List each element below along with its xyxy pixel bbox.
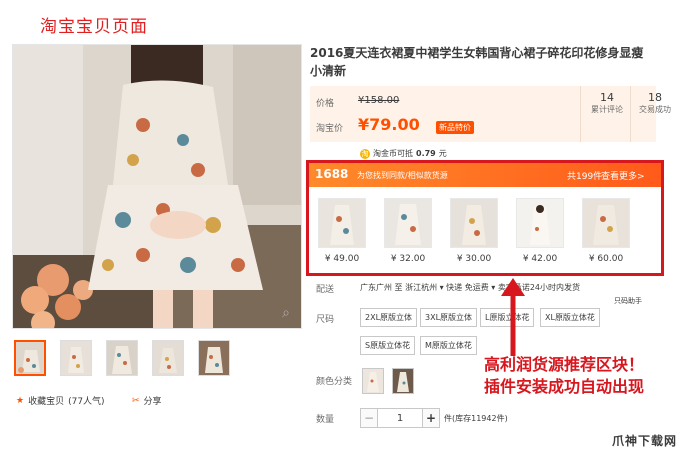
price-label: 价格 xyxy=(316,99,335,109)
recommended-item-art xyxy=(319,199,365,247)
color-option[interactable] xyxy=(362,368,384,394)
reviews-label: 累计评论 xyxy=(591,105,623,114)
color-option-art xyxy=(393,369,413,393)
recommended-item-image xyxy=(450,198,498,248)
size-helper-link[interactable]: 只码助手 xyxy=(614,296,642,306)
quantity-label: 数量 xyxy=(316,415,335,425)
callout-line-2: 插件安装成功自动出现 xyxy=(484,377,645,396)
recommendation-header: 1688 为您找到同款/相似款货源 共199件 查看更多> xyxy=(309,163,661,187)
recommended-item[interactable]: ¥ 30.00 xyxy=(450,198,498,264)
recommended-item-art xyxy=(583,199,629,247)
recommendation-count: 共199件 xyxy=(567,172,603,182)
coin-value: 0.79 xyxy=(416,149,436,158)
recommended-item-price: ¥ 32.00 xyxy=(390,254,426,264)
quantity-decrease-button[interactable]: − xyxy=(360,408,378,428)
coin-unit: 元 xyxy=(438,149,447,158)
view-more-link[interactable]: 查看更多> xyxy=(601,169,645,182)
logo-1688: 1688 xyxy=(315,167,349,181)
thumbnail-art xyxy=(107,341,137,375)
coin-text: 淘金币可抵 xyxy=(373,149,413,158)
quantity-input[interactable]: 1 xyxy=(378,408,422,428)
stock-info: 件(库存11942件) xyxy=(444,413,508,423)
recommendation-tagline: 为您找到同款/相似款货源 xyxy=(357,171,448,180)
product-title: 2016夏天连衣裙夏中裙学生女韩国背心裙子碎花印花修身显瘦小清新 xyxy=(310,46,644,78)
thumbnail-strip xyxy=(14,340,230,376)
size-option[interactable]: M原版立体花 xyxy=(420,336,477,355)
thumbnail-art xyxy=(153,341,183,375)
share-button[interactable]: ✂ 分享 xyxy=(132,394,162,408)
size-option[interactable]: S原版立体花 xyxy=(360,336,416,355)
thumbnail-art xyxy=(16,342,44,374)
annotation-arrow xyxy=(501,278,525,356)
favorite-count: (77人气) xyxy=(68,397,105,407)
recommended-item-art xyxy=(517,199,563,247)
color-label: 颜色分类 xyxy=(316,377,353,387)
size-option[interactable]: 3XL原版立体 xyxy=(420,308,478,327)
recommended-item-art xyxy=(451,199,497,247)
recommended-item-image xyxy=(516,198,564,248)
size-label: 尺码 xyxy=(316,315,335,325)
star-icon: ★ xyxy=(16,395,25,406)
recommended-item[interactable]: ¥ 32.00 xyxy=(384,198,432,264)
original-price: ¥158.00 xyxy=(358,95,400,106)
size-option[interactable]: XL原版立体花 xyxy=(540,308,600,327)
main-product-image[interactable]: ⌕ xyxy=(12,44,302,329)
recommended-item-price: ¥ 49.00 xyxy=(324,254,360,264)
recommended-item-image xyxy=(384,198,432,248)
quantity-stepper: − 1 + 件(库存11942件) xyxy=(360,408,508,428)
thumbnail-art xyxy=(61,341,91,375)
recommended-item-image xyxy=(582,198,630,248)
recommended-item-price: ¥ 60.00 xyxy=(588,254,624,264)
recommended-item[interactable]: ¥ 42.00 xyxy=(516,198,564,264)
shipping-info[interactable]: 广东广州 至 浙江杭州 ▾ 快递 免运费 ▾ 卖家承诺24小时内发货 xyxy=(360,282,580,293)
callout-line-1: 高利润货源推荐区块！ xyxy=(484,355,645,374)
price-panel: 价格 ¥158.00 淘宝价 ¥79.00 新品特价 14 累计评论 18 交易… xyxy=(310,86,671,142)
recommended-item-price: ¥ 30.00 xyxy=(456,254,492,264)
quantity-increase-button[interactable]: + xyxy=(422,408,440,428)
taobao-price-label: 淘宝价 xyxy=(316,124,344,134)
recommended-item-price: ¥ 42.00 xyxy=(522,254,558,264)
annotation-title: 淘宝宝贝页面 xyxy=(40,17,148,37)
divider xyxy=(630,86,631,142)
product-photo-art xyxy=(13,45,301,328)
thumbnail[interactable] xyxy=(60,340,92,376)
sales-count: 18 xyxy=(648,91,662,104)
coin-icon: 淘 xyxy=(360,148,370,159)
new-product-badge: 新品特价 xyxy=(436,121,474,134)
zoom-icon[interactable]: ⌕ xyxy=(277,304,295,322)
favorite-button[interactable]: ★ 收藏宝贝 (77人气) xyxy=(16,394,105,408)
favorite-label: 收藏宝贝 xyxy=(28,397,65,407)
thumbnail[interactable] xyxy=(198,340,230,376)
taobao-coin-row: 淘 淘金币可抵 0.79 元 xyxy=(360,148,447,159)
thumbnail[interactable] xyxy=(152,340,184,376)
divider xyxy=(580,86,581,142)
color-option[interactable] xyxy=(392,368,414,394)
thumbnail-art xyxy=(199,341,229,375)
share-label: 分享 xyxy=(143,397,162,407)
recommended-item-image xyxy=(318,198,366,248)
sales-label: 交易成功 xyxy=(639,105,671,114)
size-option[interactable]: 2XL原版立体 xyxy=(360,308,418,327)
shipping-label: 配送 xyxy=(316,285,335,295)
share-icon: ✂ xyxy=(132,395,140,406)
site-watermark: 爪神下载网 xyxy=(612,434,678,448)
reviews-count: 14 xyxy=(600,91,614,104)
annotation-callout: 高利润货源推荐区块！ 插件安装成功自动出现 xyxy=(484,354,644,398)
recommended-item[interactable]: ¥ 60.00 xyxy=(582,198,630,264)
recommended-item[interactable]: ¥ 49.00 xyxy=(318,198,366,264)
thumbnail[interactable] xyxy=(14,340,46,376)
recommended-item-art xyxy=(385,199,431,247)
current-price: ¥79.00 xyxy=(358,115,420,134)
color-option-art xyxy=(363,369,383,393)
recommendation-list: ¥ 49.00 ¥ 32.00 ¥ 30.00 ¥ 42.00 ¥ 60.00 xyxy=(318,198,630,264)
thumbnail[interactable] xyxy=(106,340,138,376)
